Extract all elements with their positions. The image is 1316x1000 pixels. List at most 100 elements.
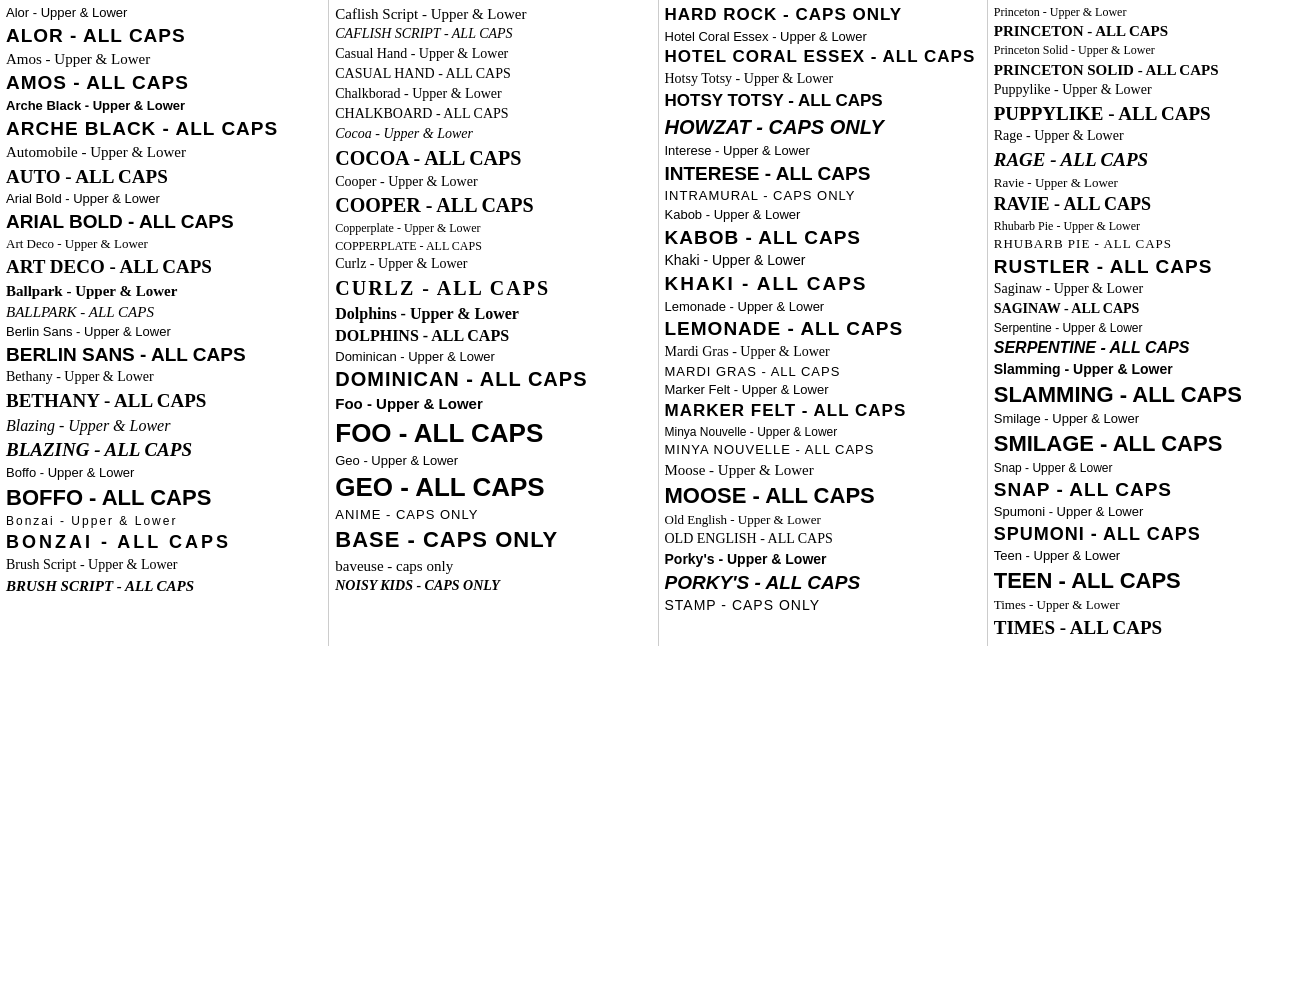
font-entry: DOLPHINS - ALL CAPS xyxy=(335,325,651,347)
font-entry: AMOS - ALL CAPS xyxy=(6,70,322,96)
font-entry: HOWZAT - CAPS ONLY xyxy=(665,114,981,141)
font-entry: Copperplate - Upper & Lower xyxy=(335,220,651,236)
font-entry: Princeton - Upper & Lower xyxy=(994,4,1310,20)
font-entry: BALLPARK - ALL CAPS xyxy=(6,302,322,322)
font-entry: Bonzai - Upper & Lower xyxy=(6,513,322,529)
font-entry: PORKY'S - ALL CAPS xyxy=(665,570,981,596)
font-entry: RUSTLER - ALL CAPS xyxy=(994,254,1310,280)
font-entry: Rhubarb Pie - Upper & Lower xyxy=(994,218,1310,234)
font-entry: Art Deco - Upper & Lower xyxy=(6,235,322,253)
font-entry: HOTSY TOTSY - ALL CAPS xyxy=(665,90,981,113)
font-entry: LEMONADE - ALL CAPS xyxy=(665,316,981,342)
font-entry: NOISY KIDS - CAPS ONLY xyxy=(335,577,651,596)
font-entry: Princeton Solid - Upper & Lower xyxy=(994,42,1310,58)
font-entry: Automobile - Upper & Lower xyxy=(6,142,322,162)
font-entry: PRINCETON SOLID - ALL CAPS xyxy=(994,60,1310,80)
font-entry: COCOA - ALL CAPS xyxy=(335,145,651,172)
font-entry: TEEN - ALL CAPS xyxy=(994,566,1310,596)
font-entry: Smilage - Upper & Lower xyxy=(994,410,1310,428)
font-entry: PRINCETON - ALL CAPS xyxy=(994,21,1310,41)
font-entry: Ballpark - Upper & Lower xyxy=(6,281,322,301)
font-entry: BRUSH SCRIPT - ALL CAPS xyxy=(6,576,322,596)
column-1: Alor - Upper & LowerALOR - ALL CAPSAmos … xyxy=(0,0,329,646)
font-entry: Bethany - Upper & Lower xyxy=(6,368,322,387)
font-entry: PUPPYLIKE - ALL CAPS xyxy=(994,101,1310,127)
font-entry: AUTO - ALL CAPS xyxy=(6,164,322,190)
font-entry: Slamming - Upper & Lower xyxy=(994,360,1310,379)
font-entry: STAMP - CAPS ONLY xyxy=(665,596,981,615)
font-entry: Boffo - Upper & Lower xyxy=(6,464,322,482)
font-entry: KHAKI - ALL CAPS xyxy=(665,271,981,297)
font-entry: Casual Hand - Upper & Lower xyxy=(335,45,651,64)
font-entry: Caflish Script - Upper & Lower xyxy=(335,4,651,24)
font-entry: BONZAI - ALL CAPS xyxy=(6,530,322,554)
font-entry: Chalkborad - Upper & Lower xyxy=(335,85,651,104)
font-entry: Porky's - Upper & Lower xyxy=(665,550,981,569)
font-catalog: Alor - Upper & LowerALOR - ALL CAPSAmos … xyxy=(0,0,1316,646)
column-3: HARD ROCK - CAPS ONLYHotel Coral Essex -… xyxy=(659,0,988,646)
font-entry: Arial Bold - Upper & Lower xyxy=(6,190,322,208)
font-entry: Old English - Upper & Lower xyxy=(665,511,981,529)
column-4: Princeton - Upper & LowerPRINCETON - ALL… xyxy=(988,0,1316,646)
font-entry: RAVIE - ALL CAPS xyxy=(994,192,1310,216)
font-entry: SNAP - ALL CAPS xyxy=(994,477,1310,503)
font-entry: SPUMONI - ALL CAPS xyxy=(994,522,1310,546)
font-entry: DOMINICAN - ALL CAPS xyxy=(335,366,651,393)
font-entry: COOPER - ALL CAPS xyxy=(335,192,651,219)
font-entry: Rage - Upper & Lower xyxy=(994,127,1310,146)
font-entry: OLD ENGLISH - ALL CAPS xyxy=(665,530,981,549)
font-entry: MARDI GRAS - ALL CAPS xyxy=(665,363,981,381)
font-entry: SAGINAW - ALL CAPS xyxy=(994,300,1310,319)
font-entry: MINYA NOUVELLE - ALL CAPS xyxy=(665,441,981,459)
font-entry: ALOR - ALL CAPS xyxy=(6,23,322,49)
font-entry: Interese - Upper & Lower xyxy=(665,142,981,160)
font-entry: BOFFO - ALL CAPS xyxy=(6,483,322,513)
font-entry: CAFLISH SCRIPT - ALL CAPS xyxy=(335,25,651,44)
font-entry: Brush Script - Upper & Lower xyxy=(6,556,322,575)
font-entry: Arche Black - Upper & Lower xyxy=(6,97,322,115)
font-entry: Blazing - Upper & Lower xyxy=(6,415,322,437)
font-entry: SERPENTINE - ALL CAPS xyxy=(994,337,1310,359)
font-entry: Curlz - Upper & Lower xyxy=(335,255,651,274)
font-entry: baveuse - caps only xyxy=(335,556,651,576)
font-entry: CASUAL HAND - ALL CAPS xyxy=(335,65,651,84)
font-entry: Dominican - Upper & Lower xyxy=(335,348,651,366)
font-entry: SLAMMING - ALL CAPS xyxy=(994,380,1310,410)
font-entry: Minya Nouvelle - Upper & Lower xyxy=(665,424,981,440)
font-entry: Geo - Upper & Lower xyxy=(335,452,651,470)
font-entry: Marker Felt - Upper & Lower xyxy=(665,381,981,399)
font-entry: Hotsy Totsy - Upper & Lower xyxy=(665,70,981,89)
font-entry: GEO - ALL CAPS xyxy=(335,470,651,505)
font-entry: Moose - Upper & Lower xyxy=(665,460,981,480)
font-entry: Serpentine - Upper & Lower xyxy=(994,320,1310,336)
font-entry: CHALKBOARD - ALL CAPS xyxy=(335,105,651,124)
font-entry: Khaki - Upper & Lower xyxy=(665,251,981,270)
font-entry: HOTEL CORAL ESSEX - ALL CAPS xyxy=(665,46,981,69)
font-entry: MARKER FELT - ALL CAPS xyxy=(665,400,981,423)
font-entry: BASE - CAPS ONLY xyxy=(335,525,651,555)
font-entry: Teen - Upper & Lower xyxy=(994,547,1310,565)
font-entry: ANIME - CAPS ONLY xyxy=(335,506,651,524)
font-entry: Ravie - Upper & Lower xyxy=(994,174,1310,192)
font-entry: COPPERPLATE - ALL CAPS xyxy=(335,238,651,254)
font-entry: Cooper - Upper & Lower xyxy=(335,173,651,192)
font-entry: MOOSE - ALL CAPS xyxy=(665,481,981,511)
font-entry: Foo - Upper & Lower xyxy=(335,394,651,414)
font-entry: FOO - ALL CAPS xyxy=(335,416,651,451)
font-entry: BETHANY - ALL CAPS xyxy=(6,388,322,414)
font-entry: Berlin Sans - Upper & Lower xyxy=(6,323,322,341)
font-entry: Spumoni - Upper & Lower xyxy=(994,503,1310,521)
font-entry: ART DECO - ALL CAPS xyxy=(6,254,322,280)
font-entry: Dolphins - Upper & Lower xyxy=(335,303,651,325)
font-entry: Lemonade - Upper & Lower xyxy=(665,298,981,316)
column-2: Caflish Script - Upper & LowerCAFLISH SC… xyxy=(329,0,658,646)
font-entry: BERLIN SANS - ALL CAPS xyxy=(6,342,322,368)
font-entry: HARD ROCK - CAPS ONLY xyxy=(665,4,981,27)
font-entry: SMILAGE - ALL CAPS xyxy=(994,429,1310,459)
font-entry: ARIAL BOLD - ALL CAPS xyxy=(6,209,322,235)
font-entry: INTRAMURAL - CAPS ONLY xyxy=(665,187,981,205)
font-entry: RHUBARB PIE - ALL CAPS xyxy=(994,235,1310,253)
font-entry: BLAZING - ALL CAPS xyxy=(6,437,322,463)
font-entry: TIMES - ALL CAPS xyxy=(994,615,1310,641)
font-entry: Saginaw - Upper & Lower xyxy=(994,280,1310,299)
